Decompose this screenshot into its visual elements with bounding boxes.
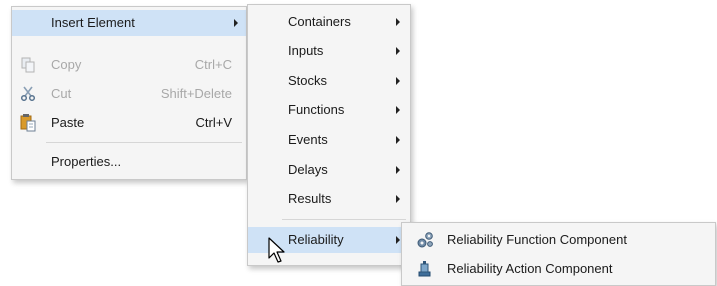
submenu-arrow-icon [396, 166, 400, 174]
delays-label: Delays [288, 162, 328, 177]
stocks-label: Stocks [288, 73, 328, 88]
action-icon [416, 260, 434, 281]
cut-label: Cut [51, 86, 72, 101]
paste-label: Paste [51, 115, 85, 130]
menu-item-reliability-action-component[interactable]: Reliability Action Component [402, 256, 715, 282]
menu-separator [46, 142, 242, 143]
reliability-function-label: Reliability Function Component [447, 232, 627, 247]
submenu-item-inputs[interactable]: Inputs [248, 38, 410, 64]
copy-label: Copy [51, 57, 82, 72]
insert-element-label: Insert Element [51, 15, 135, 30]
gears-icon [416, 231, 434, 252]
copy-shortcut: Ctrl+C [194, 57, 232, 72]
submenu-item-results[interactable]: Results [248, 186, 410, 212]
submenu-arrow-icon [234, 19, 238, 27]
cut-icon [20, 85, 36, 104]
paste-shortcut: Ctrl+V [195, 115, 232, 130]
submenu-item-delays[interactable]: Delays [248, 157, 410, 183]
reliability-action-label: Reliability Action Component [447, 261, 613, 276]
submenu-arrow-icon [396, 236, 400, 244]
submenu-arrow-icon [396, 195, 400, 203]
submenu-item-functions[interactable]: Functions [248, 97, 410, 123]
submenu-arrow-icon [396, 18, 400, 26]
menu-item-reliability-function-component[interactable]: Reliability Function Component [402, 227, 715, 253]
events-label: Events [288, 132, 328, 147]
inputs-label: Inputs [288, 43, 324, 58]
submenu-separator [282, 219, 406, 220]
menu-item-cut[interactable]: Cut Shift+Delete [12, 81, 246, 107]
mouse-pointer-icon [268, 237, 288, 268]
submenu-arrow-icon [396, 106, 400, 114]
insert-submenu: Containers Inputs Stocks Functions Event… [247, 4, 411, 266]
paste-icon [20, 114, 36, 135]
submenu-item-stocks[interactable]: Stocks [248, 68, 410, 94]
results-label: Results [288, 191, 332, 206]
submenu-arrow-icon [396, 136, 400, 144]
reliability-submenu: Reliability Function Component Reliabili… [401, 222, 716, 286]
containers-label: Containers [288, 14, 351, 29]
menu-item-insert-element[interactable]: Insert Element [12, 10, 246, 36]
reliability-label: Reliability [288, 232, 344, 247]
copy-icon [20, 57, 36, 76]
submenu-item-events[interactable]: Events [248, 127, 410, 153]
submenu-item-containers[interactable]: Containers [248, 9, 410, 35]
submenu-arrow-icon [396, 47, 400, 55]
cut-shortcut: Shift+Delete [160, 86, 232, 101]
menu-item-properties[interactable]: Properties... [12, 149, 246, 175]
context-menu: Insert Element Copy Ctrl+C Cut Shift+Del… [11, 6, 247, 180]
menu-item-copy[interactable]: Copy Ctrl+C [12, 52, 246, 78]
functions-label: Functions [288, 102, 345, 117]
menu-item-paste[interactable]: Paste Ctrl+V [12, 110, 246, 136]
submenu-arrow-icon [396, 77, 400, 85]
properties-label: Properties... [51, 154, 122, 169]
